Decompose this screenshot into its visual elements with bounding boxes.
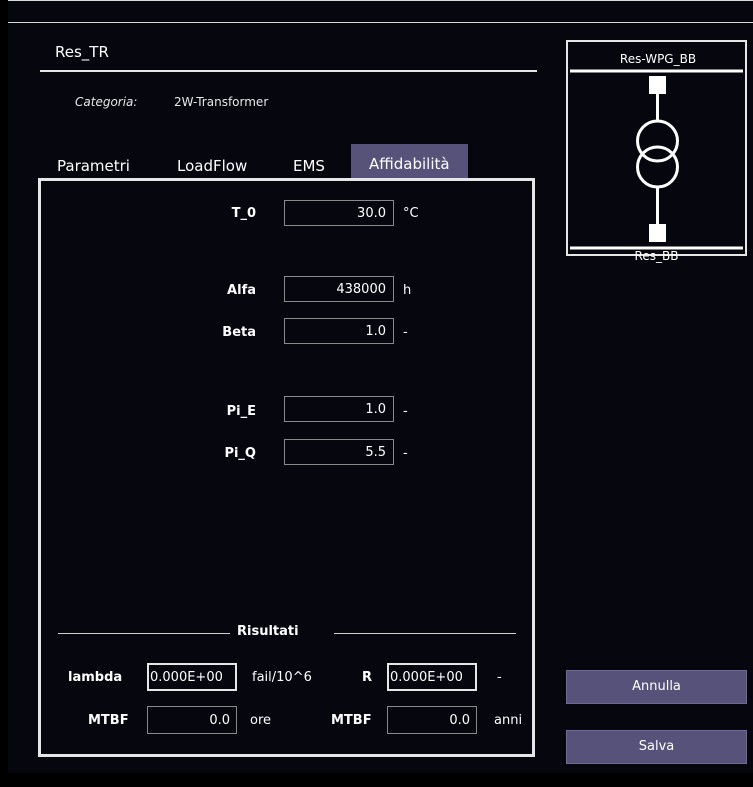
alfa-label: Alfa — [227, 283, 256, 298]
mtbf-hours-output[interactable] — [147, 706, 237, 734]
tab-parametri[interactable]: Parametri — [57, 153, 130, 179]
mtbf-years-output[interactable] — [387, 706, 477, 734]
mtbf-hours-label: MTBF — [88, 713, 129, 728]
mtbf-years-unit: anni — [494, 713, 523, 728]
beta-input[interactable] — [284, 318, 394, 344]
two-winding-transformer-icon: Res-WPG_BB — [570, 52, 743, 250]
alfa-input[interactable] — [284, 276, 394, 302]
category-label: Categoria: — [75, 95, 138, 109]
element-name: Res_TR — [55, 43, 109, 61]
pi-q-label: Pi_Q — [224, 446, 256, 461]
mtbf-hours-unit: ore — [250, 713, 272, 728]
t0-label: T_0 — [231, 206, 256, 221]
results-separator-left — [58, 633, 230, 634]
r-output[interactable] — [387, 663, 477, 691]
lambda-label: lambda — [68, 670, 123, 685]
tab-affidabilita[interactable]: Affidabilità — [351, 144, 468, 180]
pi-e-unit: - — [403, 404, 408, 419]
save-button[interactable]: Salva — [566, 730, 747, 764]
bottom-breaker — [649, 224, 666, 242]
cancel-button[interactable]: Annulla — [566, 670, 747, 704]
bottom-bus-label: Res_BB — [634, 249, 679, 263]
primary-winding — [636, 119, 679, 163]
results-separator-right — [334, 633, 516, 634]
secondary-winding — [636, 145, 679, 189]
t0-unit: °C — [403, 206, 419, 221]
pi-q-unit: - — [403, 446, 408, 461]
lambda-unit: fail/10^6 — [252, 670, 312, 685]
category-value: 2W-Transformer — [174, 95, 269, 109]
pi-e-input[interactable] — [284, 396, 394, 422]
mtbf-years-label: MTBF — [331, 713, 372, 728]
alfa-unit: h — [403, 283, 412, 298]
name-underline — [40, 70, 537, 72]
r-label: R — [362, 670, 373, 685]
t0-input[interactable] — [284, 200, 394, 226]
top-breaker — [649, 76, 666, 94]
r-unit: - — [497, 670, 502, 685]
pi-e-label: Pi_E — [226, 404, 256, 419]
pi-q-input[interactable] — [284, 439, 394, 465]
results-title: Risultati — [237, 624, 299, 639]
tab-loadflow[interactable]: LoadFlow — [177, 153, 247, 179]
title-separator — [8, 22, 753, 23]
beta-label: Beta — [222, 325, 256, 340]
lambda-output[interactable] — [147, 663, 237, 691]
top-bus-label: Res-WPG_BB — [620, 52, 696, 66]
tab-ems[interactable]: EMS — [293, 153, 325, 179]
transformer-diagram: Res-WPG_BB Res_BB — [566, 40, 747, 262]
beta-unit: - — [403, 325, 408, 340]
